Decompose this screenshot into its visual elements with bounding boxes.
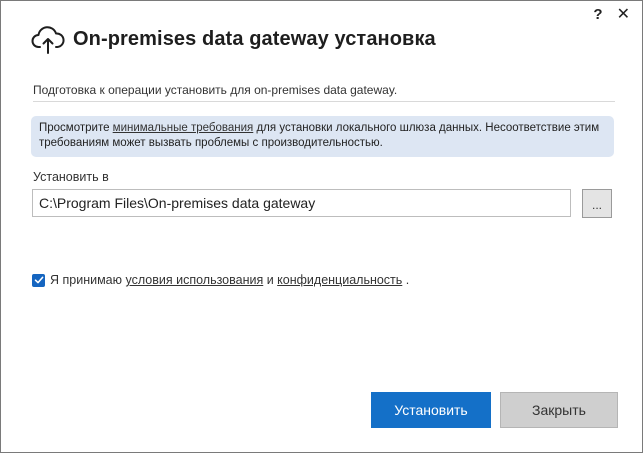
cloud-upload-icon — [31, 26, 65, 54]
accept-checkbox[interactable] — [32, 273, 45, 287]
browse-button[interactable]: ... — [582, 189, 612, 218]
min-requirements-link[interactable]: минимальные требования — [113, 122, 254, 134]
terms-link[interactable]: условия использования — [125, 273, 263, 287]
install-button[interactable]: Установить — [371, 392, 491, 428]
divider — [33, 101, 615, 102]
close-window-button[interactable]: ✕ — [617, 7, 630, 23]
agreement-and: и — [263, 273, 278, 287]
install-path-input[interactable] — [32, 189, 571, 217]
agreement-row: Я принимаю условия использования и конфи… — [32, 273, 409, 287]
installer-window: ? ✕ On-premises data gateway установка П… — [0, 0, 643, 453]
requirements-notice: Просмотрите минимальные требования для у… — [31, 116, 614, 157]
page-title: On-premises data gateway установка — [73, 27, 436, 50]
checkmark-icon — [34, 276, 43, 284]
install-path-label: Установить в — [33, 170, 109, 184]
notice-prefix: Просмотрите — [39, 122, 113, 134]
header: On-premises data gateway установка — [31, 23, 436, 55]
title-controls: ? ✕ — [593, 7, 630, 23]
privacy-link[interactable]: конфиденциальность — [277, 273, 402, 287]
help-button[interactable]: ? — [593, 7, 602, 23]
agreement-prefix: Я принимаю — [50, 273, 126, 287]
agreement-suffix: . — [402, 273, 410, 287]
subtitle: Подготовка к операции установить для on-… — [33, 83, 398, 97]
close-button[interactable]: Закрыть — [500, 392, 618, 428]
